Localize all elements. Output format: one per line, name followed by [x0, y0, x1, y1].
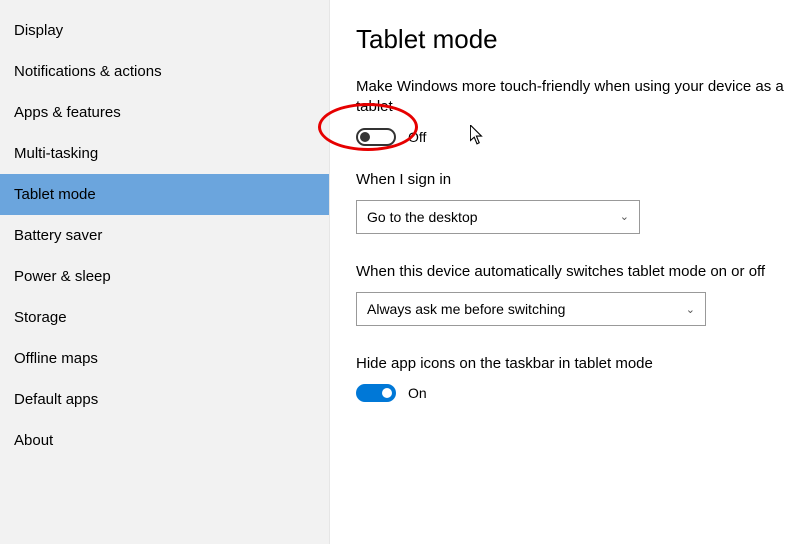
chevron-down-icon: ⌄ — [686, 303, 695, 316]
chevron-down-icon: ⌄ — [620, 210, 629, 223]
auto-switch-label: When this device automatically switches … — [356, 262, 800, 282]
sidebar-item-notifications[interactable]: Notifications & actions — [0, 51, 329, 92]
sign-in-select[interactable]: Go to the desktop ⌄ — [356, 200, 640, 234]
sidebar-item-default-apps[interactable]: Default apps — [0, 379, 329, 420]
hide-icons-toggle[interactable] — [356, 384, 396, 402]
sign-in-label: When I sign in — [356, 170, 800, 190]
sidebar-item-about[interactable]: About — [0, 420, 329, 461]
sidebar-item-power-sleep[interactable]: Power & sleep — [0, 256, 329, 297]
sidebar-item-storage[interactable]: Storage — [0, 297, 329, 338]
toggle-knob-icon — [360, 132, 370, 142]
hide-icons-toggle-state: On — [408, 385, 427, 401]
hide-icons-label: Hide app icons on the taskbar in tablet … — [356, 354, 800, 374]
touch-friendly-toggle-state: Off — [408, 129, 426, 145]
settings-sidebar: Display Notifications & actions Apps & f… — [0, 0, 330, 544]
sidebar-item-multi-tasking[interactable]: Multi-tasking — [0, 133, 329, 174]
sidebar-item-apps-features[interactable]: Apps & features — [0, 92, 329, 133]
sidebar-item-battery-saver[interactable]: Battery saver — [0, 215, 329, 256]
touch-friendly-label: Make Windows more touch-friendly when us… — [356, 77, 786, 118]
sidebar-item-offline-maps[interactable]: Offline maps — [0, 338, 329, 379]
touch-friendly-toggle[interactable] — [356, 128, 396, 146]
toggle-knob-icon — [382, 388, 392, 398]
sign-in-select-value: Go to the desktop — [367, 209, 478, 225]
auto-switch-select[interactable]: Always ask me before switching ⌄ — [356, 292, 706, 326]
main-content: Tablet mode Make Windows more touch-frie… — [330, 0, 800, 544]
page-title: Tablet mode — [356, 24, 800, 55]
auto-switch-select-value: Always ask me before switching — [367, 301, 565, 317]
sidebar-item-display[interactable]: Display — [0, 10, 329, 51]
sidebar-item-tablet-mode[interactable]: Tablet mode — [0, 174, 329, 215]
